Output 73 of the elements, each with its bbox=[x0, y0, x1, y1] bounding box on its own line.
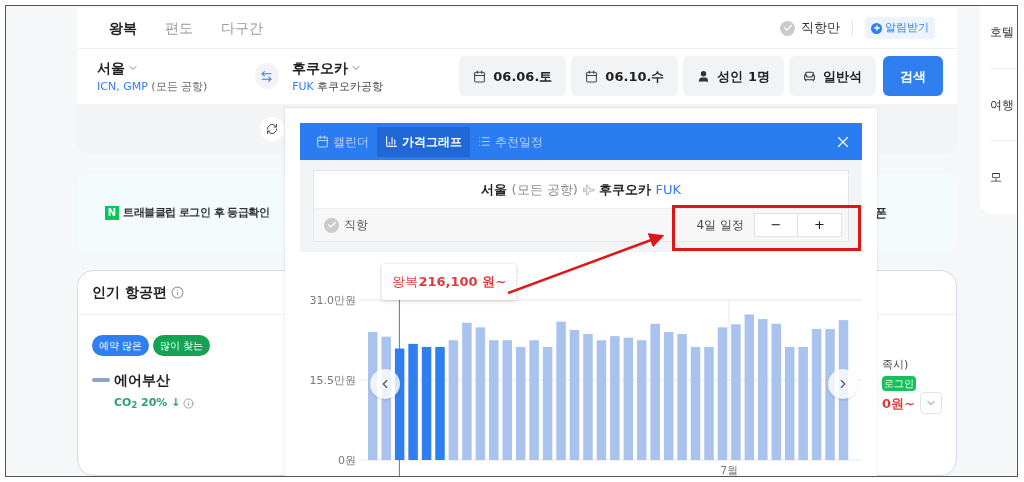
price-bar[interactable] bbox=[569, 329, 580, 460]
tag: 예약 많은 bbox=[92, 334, 150, 356]
price-bar[interactable] bbox=[394, 348, 405, 460]
price-bar[interactable] bbox=[408, 343, 418, 460]
price-bar[interactable] bbox=[368, 332, 378, 460]
price-bar[interactable] bbox=[717, 327, 728, 460]
co2-label: CO$_{2}$ 20% ↓ bbox=[114, 394, 181, 412]
refresh-icon bbox=[266, 122, 278, 135]
price-bar[interactable] bbox=[784, 346, 795, 460]
info-icon bbox=[183, 397, 195, 409]
banner-text: 트래블클럽 로그인 후 등급확인 bbox=[123, 204, 270, 221]
origin-selector[interactable]: 서울 ICN, GMP (모든 공항) bbox=[97, 57, 255, 96]
swap-icon bbox=[260, 69, 274, 83]
calendar-icon bbox=[585, 69, 599, 83]
cabin-field[interactable]: 일반석 bbox=[789, 56, 876, 97]
decrease-button[interactable]: − bbox=[755, 214, 798, 236]
axis-label: 31.0만원 bbox=[309, 294, 356, 307]
price-bar[interactable] bbox=[744, 314, 755, 460]
calendar-icon bbox=[316, 135, 329, 148]
side-menu-item[interactable]: 모 bbox=[990, 167, 1002, 186]
price-bar[interactable] bbox=[825, 328, 835, 460]
airline-logo-icon bbox=[92, 378, 110, 383]
trip-type-tab[interactable]: 왕복 bbox=[99, 13, 147, 43]
month-label: 7월 bbox=[720, 464, 739, 476]
price-bar[interactable] bbox=[421, 346, 432, 460]
bar-chart-icon bbox=[385, 135, 398, 148]
date-field[interactable]: 06.06.토 bbox=[459, 56, 567, 97]
person-icon bbox=[697, 69, 711, 83]
next-button[interactable] bbox=[828, 369, 858, 399]
login-badge: 로그인 bbox=[882, 376, 916, 392]
expand-button[interactable] bbox=[920, 391, 942, 414]
price-bar[interactable] bbox=[663, 332, 674, 460]
price-bar[interactable] bbox=[811, 328, 822, 460]
calendar-icon bbox=[473, 69, 487, 83]
swap-button[interactable] bbox=[254, 63, 280, 90]
passenger-field[interactable]: 성인 1명 bbox=[683, 56, 784, 97]
axis-label: 0원 bbox=[338, 454, 356, 467]
banner-text: 폰 bbox=[875, 204, 887, 222]
price-bar[interactable] bbox=[515, 346, 526, 460]
list-icon bbox=[478, 135, 491, 148]
direct-only-label: 직항만 bbox=[801, 19, 840, 38]
trip-length-label: 4일 일정 bbox=[696, 217, 744, 234]
side-menu-item[interactable]: 호텔 bbox=[990, 23, 1014, 41]
route-text: 서울 (모든 공항) 후쿠오카 FUK bbox=[481, 180, 681, 200]
tag: 많이 찾는 bbox=[153, 334, 211, 356]
airline-name: 에어부산 bbox=[114, 370, 170, 390]
price-text: 0원~ bbox=[882, 395, 915, 414]
popup-tab[interactable]: 가격그래프 bbox=[377, 126, 470, 157]
price-bar[interactable] bbox=[542, 346, 553, 460]
price-tooltip: 왕복216,100 원~ bbox=[382, 264, 517, 300]
price-bar[interactable] bbox=[475, 327, 486, 460]
origin-city: 서울 bbox=[97, 58, 125, 78]
price-bar[interactable] bbox=[596, 340, 607, 460]
date-field[interactable]: 06.10.수 bbox=[571, 56, 679, 97]
direct-label: 직항 bbox=[344, 217, 368, 234]
seat-icon bbox=[803, 69, 816, 83]
price-bar[interactable] bbox=[623, 337, 634, 460]
price-bar[interactable] bbox=[690, 346, 701, 460]
destination-selector[interactable]: 후쿠오카 FUK 후쿠오카공항 bbox=[292, 57, 460, 96]
info-icon bbox=[170, 285, 184, 299]
search-button[interactable]: 검색 bbox=[883, 56, 943, 97]
price-bar[interactable] bbox=[448, 340, 459, 460]
increase-button[interactable]: + bbox=[798, 214, 841, 236]
price-bar[interactable] bbox=[435, 346, 445, 460]
plus-icon bbox=[871, 22, 882, 34]
fare-note: 족시) bbox=[882, 356, 909, 373]
section-title: 인기 항공편 bbox=[92, 282, 167, 302]
logo-badge: N bbox=[105, 205, 119, 220]
side-menu-item[interactable]: 여행 bbox=[990, 95, 1014, 114]
destination-city: 후쿠오카 bbox=[292, 58, 349, 78]
refresh-button[interactable] bbox=[260, 116, 284, 141]
alert-button[interactable]: 알림받기 bbox=[865, 16, 935, 40]
axis-label: 15.5만원 bbox=[309, 374, 356, 387]
